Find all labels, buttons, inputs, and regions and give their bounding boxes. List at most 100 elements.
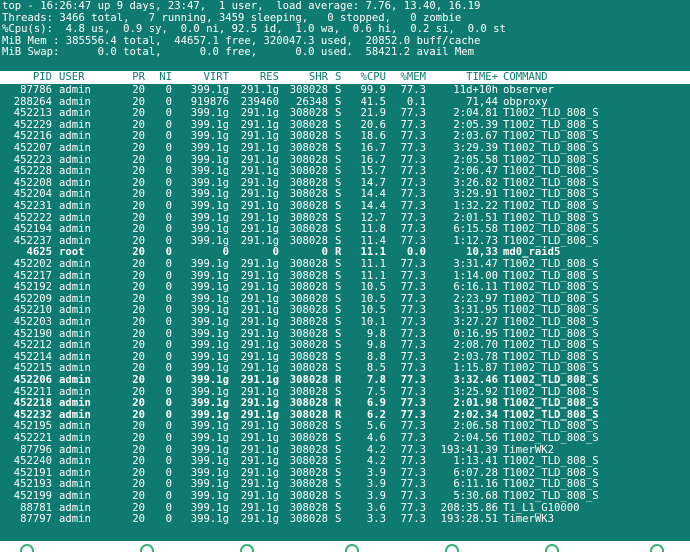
cell-pr: 20 bbox=[132, 200, 145, 212]
header-time: TIME+ bbox=[466, 70, 498, 83]
cell-state: S bbox=[335, 316, 342, 328]
cell-mem: 77.3 bbox=[400, 258, 426, 270]
tab-edge-icon bbox=[345, 544, 359, 552]
column-header-bar: PID USER PR NI VIRT RES SHR S %CPU %MEM … bbox=[0, 71, 690, 84]
cell-shr: 308028 bbox=[289, 316, 328, 328]
header-ni: NI bbox=[159, 70, 172, 83]
cell-pid: 452231 bbox=[13, 200, 52, 212]
cell-res: 291.1g bbox=[240, 513, 279, 526]
cell-state: S bbox=[335, 513, 342, 526]
cell-ni: 0 bbox=[165, 142, 172, 154]
tab-edge-icon bbox=[240, 544, 254, 552]
cell-pr: 20 bbox=[132, 84, 145, 96]
cell-ni: 0 bbox=[165, 258, 172, 270]
cell-virt: 399.1g bbox=[190, 258, 229, 270]
cell-user: admin bbox=[59, 84, 91, 96]
summary-line: MiB Swap: 0.0 total, 0.0 free, 0.0 used.… bbox=[2, 46, 474, 59]
cell-user: admin bbox=[59, 374, 91, 386]
header-state: S bbox=[335, 70, 342, 83]
header-shr: SHR bbox=[308, 70, 328, 83]
cell-virt: 399.1g bbox=[190, 142, 229, 154]
cell-pid: 452221 bbox=[13, 432, 52, 444]
tab-edge-icon bbox=[650, 544, 664, 552]
cell-res: 291.1g bbox=[240, 490, 279, 502]
cell-cpu: 11.1 bbox=[360, 258, 386, 270]
terminal-window[interactable]: top - 16:26:47 up 9 days, 23:47, 1 user,… bbox=[0, 0, 690, 541]
cell-command: T1002_TLD_808_S bbox=[503, 374, 599, 386]
cell-state: S bbox=[335, 142, 342, 154]
cell-state: S bbox=[335, 258, 342, 270]
cell-res: 291.1g bbox=[240, 84, 279, 96]
cell-pid: 452199 bbox=[13, 490, 52, 502]
cell-mem: 77.3 bbox=[400, 84, 426, 96]
cell-user: admin bbox=[59, 142, 91, 154]
header-virt: VIRT bbox=[203, 70, 229, 83]
cell-virt: 399.1g bbox=[190, 490, 229, 502]
cell-ni: 0 bbox=[165, 490, 172, 502]
cell-pid: 452203 bbox=[13, 316, 52, 328]
cell-shr: 308028 bbox=[289, 490, 328, 502]
cell-pr: 20 bbox=[132, 258, 145, 270]
cell-ni: 0 bbox=[165, 374, 172, 386]
cell-time: 3:29.39 bbox=[453, 142, 498, 154]
header-command: COMMAND bbox=[503, 70, 548, 83]
bottom-strip bbox=[0, 541, 690, 552]
cell-time: 11d+10h bbox=[453, 84, 498, 96]
header-mem: %MEM bbox=[400, 70, 426, 83]
cell-shr: 308028 bbox=[289, 374, 328, 386]
cell-pr: 20 bbox=[132, 142, 145, 154]
cell-time: 5:30.68 bbox=[453, 490, 498, 502]
cell-time: 2:04.56 bbox=[453, 432, 498, 444]
tab-edge-icon bbox=[140, 544, 154, 552]
cell-pid: 452207 bbox=[13, 142, 52, 154]
cell-cpu: 7.8 bbox=[366, 374, 386, 386]
cell-command: T1002_TLD_808_S bbox=[503, 200, 599, 212]
cell-shr: 308028 bbox=[289, 432, 328, 444]
cell-time: 3:32.46 bbox=[453, 374, 498, 386]
cell-user: admin bbox=[59, 513, 91, 526]
cell-res: 291.1g bbox=[240, 258, 279, 270]
cell-cpu: 99.9 bbox=[360, 84, 386, 96]
cell-mem: 77.3 bbox=[400, 432, 426, 444]
cell-virt: 399.1g bbox=[190, 234, 229, 247]
cell-virt: 399.1g bbox=[190, 513, 229, 526]
cell-command: T1002_TLD_808_S bbox=[503, 316, 599, 328]
tab-edge-icon bbox=[445, 544, 459, 552]
cell-cpu: 3.9 bbox=[366, 490, 386, 502]
summary-line: top - 16:26:47 up 9 days, 23:47, 1 user,… bbox=[2, 0, 481, 12]
cell-command: TimerWK3 bbox=[503, 513, 555, 526]
cell-time: 3:31.47 bbox=[453, 258, 498, 270]
cell-mem: 77.3 bbox=[400, 200, 426, 212]
cell-pr: 20 bbox=[132, 374, 145, 386]
cell-user: admin bbox=[59, 432, 91, 444]
cell-user: admin bbox=[59, 200, 91, 212]
cell-shr: 308028 bbox=[289, 84, 328, 96]
cell-state: S bbox=[335, 432, 342, 444]
header-cpu: %CPU bbox=[360, 70, 386, 83]
cell-time: 3:27.27 bbox=[453, 316, 498, 328]
cell-pr: 20 bbox=[132, 316, 145, 328]
cell-ni: 0 bbox=[165, 316, 172, 328]
cell-mem: 77.3 bbox=[400, 490, 426, 502]
cell-shr: 308028 bbox=[289, 142, 328, 154]
cell-res: 291.1g bbox=[240, 374, 279, 386]
cell-state: S bbox=[335, 490, 342, 502]
cell-shr: 308028 bbox=[289, 258, 328, 270]
cell-command: T1002_TLD_808_S bbox=[503, 432, 599, 444]
cell-virt: 399.1g bbox=[190, 374, 229, 386]
cell-ni: 0 bbox=[165, 200, 172, 212]
tab-edge-icon bbox=[20, 544, 34, 552]
cell-user: admin bbox=[59, 316, 91, 328]
cell-state: S bbox=[335, 200, 342, 212]
cell-time: 193:28.51 bbox=[440, 513, 498, 526]
cell-mem: 77.3 bbox=[400, 513, 426, 526]
cell-user: admin bbox=[59, 258, 91, 270]
cell-ni: 0 bbox=[165, 432, 172, 444]
cell-virt: 399.1g bbox=[190, 200, 229, 212]
cell-res: 291.1g bbox=[240, 432, 279, 444]
cell-ni: 0 bbox=[165, 84, 172, 96]
cell-cpu: 16.7 bbox=[360, 142, 386, 154]
cell-mem: 77.3 bbox=[400, 374, 426, 386]
cell-res: 291.1g bbox=[240, 316, 279, 328]
header-pid: PID bbox=[32, 70, 52, 83]
